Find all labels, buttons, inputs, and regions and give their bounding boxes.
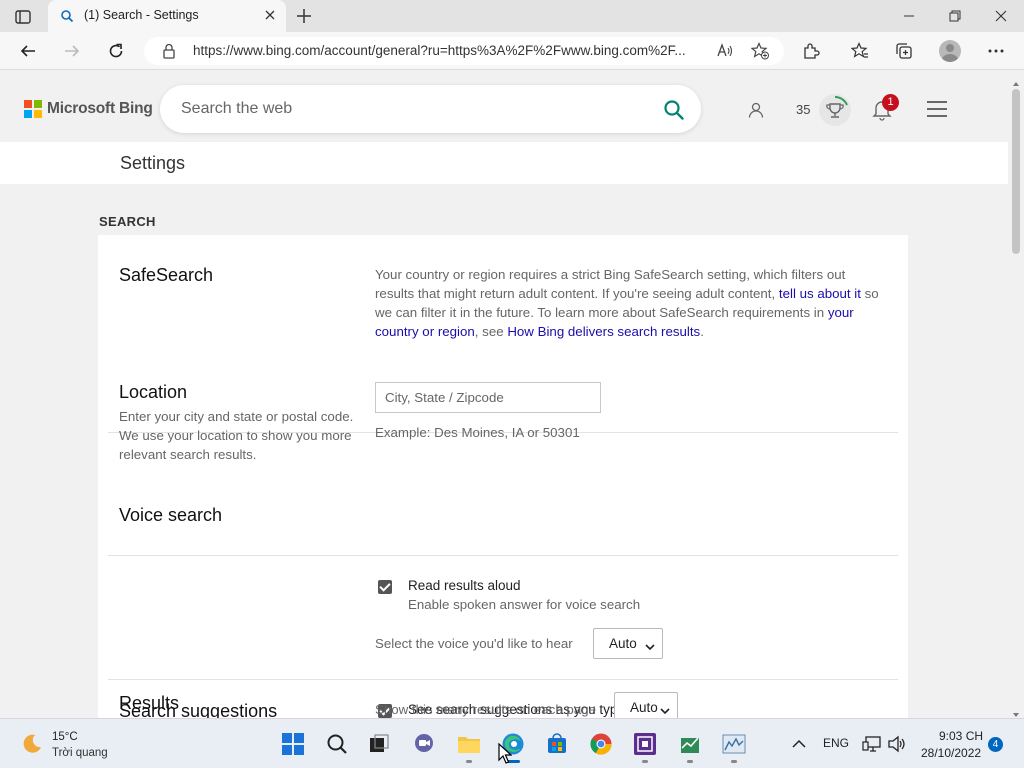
forward-button[interactable] [61,40,83,62]
chevron-down-icon [660,703,670,715]
hamburger-menu-icon[interactable] [926,100,948,118]
collections-icon[interactable] [893,40,915,62]
tab-actions-icon[interactable] [10,7,36,27]
mouse-cursor-icon [498,742,513,765]
microsoft-logo-icon [24,100,42,118]
url-text[interactable]: https://www.bing.com/account/general?ru=… [193,43,713,58]
screen-recorder-icon[interactable] [632,731,658,757]
chrome-icon[interactable] [588,731,614,757]
read-aloud-icon[interactable] [715,41,735,61]
safesearch-text: Your country or region requires a strict… [375,267,879,339]
chat-icon[interactable] [411,731,437,757]
lock-icon[interactable] [162,43,176,59]
restore-button[interactable] [932,0,978,32]
settings-card: SafeSearch Your country or region requir… [98,235,908,718]
results-label: Results [119,693,180,713]
location-input[interactable] [375,382,601,413]
running-indicator [466,760,472,763]
refresh-button[interactable] [105,40,127,62]
network-icon[interactable] [861,731,883,757]
profile-avatar[interactable] [939,40,961,62]
notification-count-badge[interactable]: 4 [988,737,1003,752]
notification-badge: 1 [882,94,899,111]
close-tab-icon[interactable] [262,7,278,23]
scrollbar-thumb[interactable] [1012,89,1020,254]
running-indicator [731,760,737,763]
section-title: SEARCH [99,214,156,229]
search-placeholder[interactable]: Search the web [181,100,292,118]
spreadsheet-app-icon[interactable] [677,731,703,757]
windows-taskbar: 15°C Trời quang ENG 9:03 CH 28/10/2022 4 [0,718,1024,768]
voice-select[interactable]: Auto [593,628,663,659]
input-language[interactable]: ENG [823,736,849,750]
safesearch-label: SafeSearch [119,265,214,285]
page-content: Microsoft Bing Search the web 35 1 Setti… [0,71,1008,718]
microsoft-store-icon[interactable] [544,731,570,757]
search-box[interactable]: Search the web [160,85,701,133]
chevron-up-icon[interactable] [788,731,810,757]
voice-select-value: Auto [609,636,637,651]
new-tab-button[interactable] [294,6,314,26]
divider [108,555,898,556]
back-button[interactable] [17,40,39,62]
extensions-icon[interactable] [800,40,822,62]
active-tab[interactable]: (1) Search - Settings [48,0,286,33]
results-select-label: Show this many results on each page [375,702,597,717]
read-results-checkbox[interactable] [378,580,392,594]
clock-time[interactable]: 9:03 CH [939,729,983,743]
divider [108,679,898,680]
read-results-sublabel: Enable spoken answer for voice search [408,597,641,612]
file-explorer-icon[interactable] [456,731,482,757]
task-view-icon[interactable] [366,731,392,757]
read-results-label[interactable]: Read results aloud [408,578,521,593]
page-title: Settings [120,153,186,173]
search-icon[interactable] [663,99,685,121]
bing-header: Microsoft Bing Search the web 35 1 [0,71,1008,142]
moon-weather-icon[interactable] [20,732,44,756]
running-indicator [687,760,693,763]
tab-strip: (1) Search - Settings [0,0,1024,33]
search-favicon-icon [60,9,74,23]
running-indicator [642,760,648,763]
rewards-points[interactable]: 35 [796,102,810,117]
close-window-button[interactable] [978,0,1024,32]
weather-temperature[interactable]: 15°C [52,731,78,743]
page-scrollbar[interactable] [1008,71,1024,718]
results-select-value: Auto [630,700,658,715]
voice-search-label: Voice search [119,505,223,525]
start-button-icon[interactable] [280,731,306,757]
weather-description[interactable]: Trời quang [52,747,108,759]
rewards-trophy-icon[interactable] [819,94,851,126]
tab-title: (1) Search - Settings [84,8,199,22]
bing-logo[interactable]: Microsoft Bing [24,100,153,118]
logo-text: Microsoft Bing [47,100,153,117]
scroll-up-icon[interactable] [1012,75,1020,86]
settings-bar: Settings [0,142,1008,184]
search-taskbar-icon[interactable] [324,731,350,757]
add-favorite-icon[interactable] [750,41,770,61]
location-example: Example: Des Moines, IA or 50301 [375,425,580,440]
favorites-icon[interactable] [849,40,871,62]
results-select[interactable]: Auto [614,692,678,718]
voice-select-label: Select the voice you'd like to hear [375,636,573,651]
scroll-down-icon[interactable] [1012,706,1020,717]
address-bar[interactable]: https://www.bing.com/account/general?ru=… [144,37,784,65]
user-icon[interactable] [747,101,765,119]
how-bing-delivers-link[interactable]: How Bing delivers search results [507,324,700,339]
chevron-down-icon [645,639,655,651]
browser-toolbar: https://www.bing.com/account/general?ru=… [0,32,1024,70]
chart-viewer-icon[interactable] [721,731,747,757]
clock-date[interactable]: 28/10/2022 [921,746,981,760]
tell-us-link[interactable]: tell us about it [779,286,861,301]
location-description: Enter your city and state or postal code… [119,409,354,462]
volume-icon[interactable] [886,731,908,757]
location-label: Location [119,382,188,402]
minimize-button[interactable] [886,0,932,32]
more-menu-icon[interactable] [985,40,1007,62]
